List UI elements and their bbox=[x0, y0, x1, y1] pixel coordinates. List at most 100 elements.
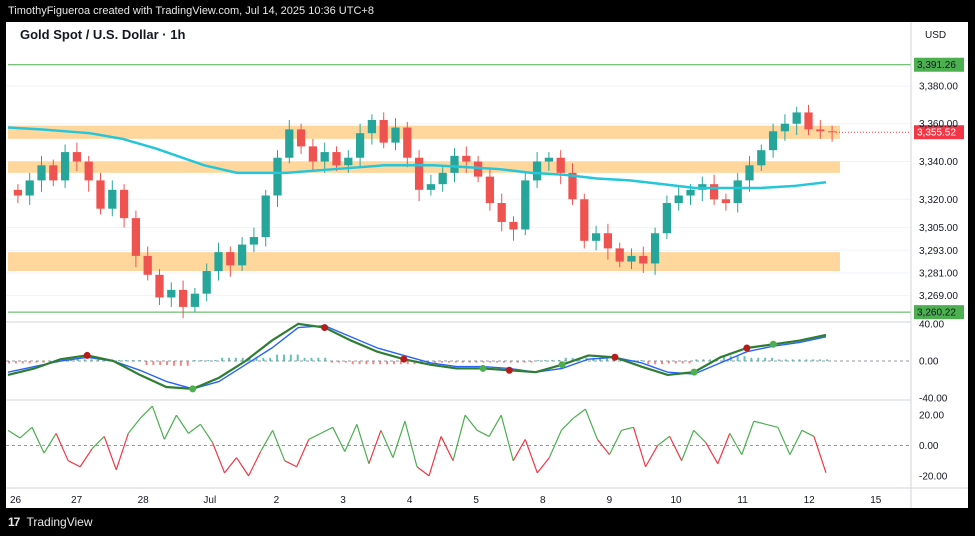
candle bbox=[285, 129, 294, 158]
histogram-bar bbox=[159, 361, 162, 365]
histogram-bar bbox=[344, 361, 347, 363]
candle bbox=[108, 189, 117, 209]
histogram-bar bbox=[372, 361, 375, 365]
osc2-segment bbox=[440, 436, 454, 461]
candle bbox=[119, 189, 129, 219]
histogram-bar bbox=[331, 361, 334, 363]
candle bbox=[296, 129, 306, 147]
histogram-bar bbox=[200, 360, 203, 361]
cross-marker bbox=[479, 364, 487, 372]
candle bbox=[556, 157, 565, 173]
x-tick-label: 26 bbox=[10, 495, 22, 506]
histogram-bar bbox=[475, 361, 478, 363]
osc2-segment bbox=[380, 430, 394, 458]
histogram-bar bbox=[392, 361, 395, 365]
x-tick-label: 4 bbox=[407, 495, 413, 506]
histogram-bar bbox=[221, 357, 224, 361]
histogram-bar bbox=[812, 359, 815, 361]
osc2-segment bbox=[621, 426, 634, 431]
chart-canvas[interactable]: 3,391.263,260.223,355.52 3,380.003,360.0… bbox=[6, 22, 968, 508]
candle bbox=[60, 152, 70, 181]
candle bbox=[521, 180, 530, 230]
osc2-segment bbox=[464, 414, 478, 431]
histogram-bar bbox=[124, 360, 127, 361]
histogram-bar bbox=[166, 361, 169, 365]
histogram-bar bbox=[289, 354, 292, 361]
candle bbox=[804, 112, 813, 130]
histogram-bar bbox=[509, 361, 512, 363]
fast-line bbox=[7, 322, 827, 390]
candle bbox=[308, 146, 318, 162]
histogram-bar bbox=[764, 357, 767, 361]
candle bbox=[143, 255, 152, 275]
footer: 17 TradingView bbox=[0, 508, 975, 536]
osc2-segment bbox=[236, 457, 250, 477]
candle bbox=[37, 165, 46, 181]
candle bbox=[721, 199, 731, 204]
candle bbox=[414, 157, 424, 190]
histogram-bar bbox=[544, 360, 547, 361]
tradingview-logo: 17 TradingView bbox=[8, 508, 93, 536]
histogram-bar bbox=[303, 357, 306, 361]
histogram-bar bbox=[557, 360, 560, 361]
histogram-bar bbox=[502, 361, 505, 363]
histogram-bar bbox=[241, 357, 244, 361]
y-tick-label: 3,340.00 bbox=[919, 157, 958, 168]
histogram-bar bbox=[688, 361, 691, 364]
osc2-segment bbox=[151, 405, 165, 440]
x-tick-label: Jul bbox=[203, 495, 216, 506]
histogram-bar bbox=[461, 361, 464, 363]
x-tick-label: 5 bbox=[473, 495, 479, 506]
candle bbox=[662, 203, 672, 234]
osc2-segment bbox=[175, 414, 189, 434]
candle bbox=[591, 233, 601, 241]
histogram-bar bbox=[324, 357, 327, 361]
histogram-bar bbox=[90, 359, 93, 361]
histogram-bar bbox=[674, 361, 677, 364]
histogram-bar bbox=[489, 361, 492, 363]
candle bbox=[167, 289, 176, 298]
level-tag-label: 3,391.26 bbox=[917, 60, 956, 71]
chart-title: Gold Spot / U.S. Dollar · 1h bbox=[20, 27, 185, 42]
chart-frame[interactable]: 3,391.26 3,260.22 3,355.52 3,380.00 3,360.0… bbox=[6, 22, 968, 508]
osc2-segment bbox=[693, 429, 707, 443]
osc2-segment bbox=[43, 433, 57, 454]
osc2-segment bbox=[416, 466, 430, 477]
candle bbox=[237, 244, 247, 266]
histogram-bar bbox=[441, 361, 444, 363]
candle bbox=[25, 180, 34, 196]
histogram-bar bbox=[138, 360, 141, 361]
tradingview-logo-icon: 17 bbox=[8, 515, 20, 529]
candle bbox=[603, 233, 613, 249]
cross-marker bbox=[321, 324, 329, 332]
osc2-segment bbox=[163, 414, 177, 440]
candle bbox=[627, 255, 636, 262]
candle bbox=[780, 123, 790, 132]
osc2-segment bbox=[729, 433, 743, 455]
histogram-bar bbox=[805, 359, 808, 361]
osc2-segment bbox=[91, 435, 105, 449]
histogram-bar bbox=[276, 354, 279, 361]
osc2-segment bbox=[188, 423, 201, 434]
candle bbox=[155, 274, 164, 298]
osc2-segment bbox=[801, 429, 815, 437]
y-tick-label: 40.00 bbox=[919, 319, 944, 330]
osc2-segment bbox=[548, 430, 562, 458]
osc2-segment bbox=[488, 414, 502, 437]
osc2-segment bbox=[404, 421, 418, 467]
osc2-segment bbox=[789, 430, 803, 455]
osc2-segment bbox=[584, 408, 598, 440]
cross-marker bbox=[83, 351, 91, 359]
cross-marker bbox=[769, 340, 777, 348]
cross-marker bbox=[189, 385, 197, 393]
histogram-bar bbox=[771, 357, 774, 361]
histogram-bar bbox=[227, 357, 230, 361]
histogram-bar bbox=[482, 361, 485, 363]
y-tick-label: 3,293.00 bbox=[919, 246, 958, 257]
x-tick-label: 2 bbox=[274, 495, 280, 506]
x-tick-label: 11 bbox=[737, 495, 748, 506]
x-tick-label: 10 bbox=[670, 495, 682, 506]
osc2-segment bbox=[103, 436, 117, 470]
y-tick-label: 0.00 bbox=[919, 441, 939, 452]
histogram-bar bbox=[530, 361, 533, 363]
